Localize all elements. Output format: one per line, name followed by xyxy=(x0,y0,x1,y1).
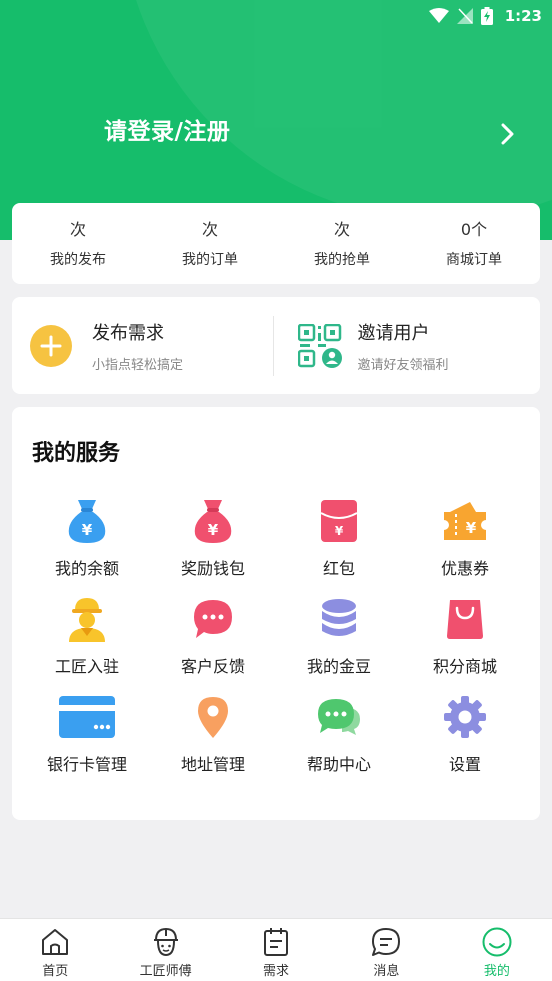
bottom-tab-bar: 首页 工匠师傅 需求 消息 我的 xyxy=(0,918,552,981)
plus-icon xyxy=(30,324,72,367)
service-balance[interactable]: ¥ 我的余额 xyxy=(24,497,150,595)
invite-user-button[interactable]: 邀请用户 邀请好友领福利 xyxy=(274,297,541,394)
publish-demand-button[interactable]: 发布需求 小指点轻松搞定 xyxy=(12,297,273,394)
stat-label: 我的发布 xyxy=(50,251,106,268)
stat-my-publish[interactable]: 次 我的发布 xyxy=(12,203,144,284)
service-label: 工匠入驻 xyxy=(54,657,119,676)
tab-label: 消息 xyxy=(373,964,400,979)
battery-charging-icon xyxy=(480,7,493,25)
worker-icon xyxy=(57,595,117,643)
stats-card: 次 我的发布 次 我的订单 次 我的抢单 0个 商城订单 xyxy=(12,203,540,284)
tab-mine[interactable]: 我的 xyxy=(442,919,552,981)
stat-my-orders[interactable]: 次 我的订单 xyxy=(144,203,276,284)
service-label: 设置 xyxy=(448,755,481,774)
tab-messages[interactable]: 消息 xyxy=(331,919,441,981)
message-icon xyxy=(372,928,401,956)
service-address[interactable]: 地址管理 xyxy=(150,693,276,791)
red-envelope-icon: ¥ xyxy=(309,497,369,545)
gear-icon xyxy=(435,693,495,741)
qr-code-icon xyxy=(297,323,342,368)
service-label: 红包 xyxy=(322,559,355,578)
stat-value: 次 xyxy=(333,219,350,239)
publish-demand-title: 发布需求 xyxy=(92,322,164,344)
service-settings[interactable]: 设置 xyxy=(402,693,528,791)
service-help-center[interactable]: 帮助中心 xyxy=(276,693,402,791)
location-pin-icon xyxy=(183,693,243,741)
service-label: 奖励钱包 xyxy=(180,559,245,578)
tab-home[interactable]: 首页 xyxy=(0,919,110,981)
help-chat-icon xyxy=(309,693,369,741)
service-craftsman-join[interactable]: 工匠入驻 xyxy=(24,595,150,693)
service-label: 银行卡管理 xyxy=(46,755,127,774)
chevron-right-icon[interactable] xyxy=(494,120,522,148)
svg-text:¥: ¥ xyxy=(208,521,219,539)
service-label: 地址管理 xyxy=(180,755,245,774)
svg-text:¥: ¥ xyxy=(82,521,93,539)
no-signal-icon xyxy=(456,8,473,24)
quick-actions-card: 发布需求 小指点轻松搞定 邀请用户 邀请好友领福利 xyxy=(12,297,540,394)
service-label: 我的余额 xyxy=(54,559,119,578)
clipboard-icon xyxy=(264,928,289,956)
stat-value: 0个 xyxy=(460,219,488,239)
wifi-icon xyxy=(428,8,449,23)
coin-stack-icon xyxy=(309,595,369,643)
service-reward-wallet[interactable]: ¥ 奖励钱包 xyxy=(150,497,276,595)
service-label: 帮助中心 xyxy=(306,755,371,774)
stat-value: 次 xyxy=(201,219,218,239)
profile-smile-icon xyxy=(482,927,512,957)
coupon-icon: ¥ xyxy=(435,497,495,545)
service-label: 客户反馈 xyxy=(180,657,245,676)
service-red-envelope[interactable]: ¥ 红包 xyxy=(276,497,402,595)
money-bag-icon: ¥ xyxy=(57,497,117,545)
reward-bag-icon: ¥ xyxy=(183,497,243,545)
invite-user-subtitle: 邀请好友领福利 xyxy=(357,357,449,373)
stat-label: 我的订单 xyxy=(182,251,238,268)
service-feedback[interactable]: 客户反馈 xyxy=(150,595,276,693)
stat-mall-orders[interactable]: 0个 商城订单 xyxy=(408,203,540,284)
stat-my-grabs[interactable]: 次 我的抢单 xyxy=(276,203,408,284)
service-bank-card[interactable]: 银行卡管理 xyxy=(24,693,150,791)
tab-label: 首页 xyxy=(42,964,69,979)
status-bar: 1:23 xyxy=(428,4,542,28)
status-time: 1:23 xyxy=(504,7,542,25)
shopping-bag-icon xyxy=(435,595,495,643)
svg-text:¥: ¥ xyxy=(335,524,344,538)
service-label: 优惠券 xyxy=(440,559,489,578)
service-label: 积分商城 xyxy=(432,657,497,676)
my-services-card: 我的服务 ¥ 我的余额 ¥ 奖励钱包 ¥ 红包 ¥ 优惠券 工匠入驻 客户反馈 … xyxy=(12,407,540,820)
invite-user-title: 邀请用户 xyxy=(357,322,430,344)
service-coupon[interactable]: ¥ 优惠券 xyxy=(402,497,528,595)
services-title: 我的服务 xyxy=(32,441,121,466)
stat-label: 我的抢单 xyxy=(314,251,370,268)
svg-text:¥: ¥ xyxy=(466,519,477,537)
tab-label: 需求 xyxy=(263,964,290,979)
service-label: 我的金豆 xyxy=(306,657,371,676)
tab-label: 我的 xyxy=(483,964,510,979)
tab-label: 工匠师傅 xyxy=(139,964,192,979)
header-decoration xyxy=(120,0,552,220)
tab-demand[interactable]: 需求 xyxy=(221,919,331,981)
service-points-mall[interactable]: 积分商城 xyxy=(402,595,528,693)
login-register-link[interactable]: 请登录/注册 xyxy=(104,112,230,146)
bank-card-icon xyxy=(57,693,117,741)
home-icon xyxy=(42,929,69,955)
service-gold-beans[interactable]: 我的金豆 xyxy=(276,595,402,693)
stat-label: 商城订单 xyxy=(446,251,502,268)
helmet-icon xyxy=(153,927,178,957)
services-grid: ¥ 我的余额 ¥ 奖励钱包 ¥ 红包 ¥ 优惠券 工匠入驻 客户反馈 我的金豆 … xyxy=(12,497,540,791)
tab-craftsman[interactable]: 工匠师傅 xyxy=(110,919,220,981)
publish-demand-subtitle: 小指点轻松搞定 xyxy=(92,357,184,373)
stat-value: 次 xyxy=(69,219,86,239)
chat-bubble-icon xyxy=(183,595,243,643)
